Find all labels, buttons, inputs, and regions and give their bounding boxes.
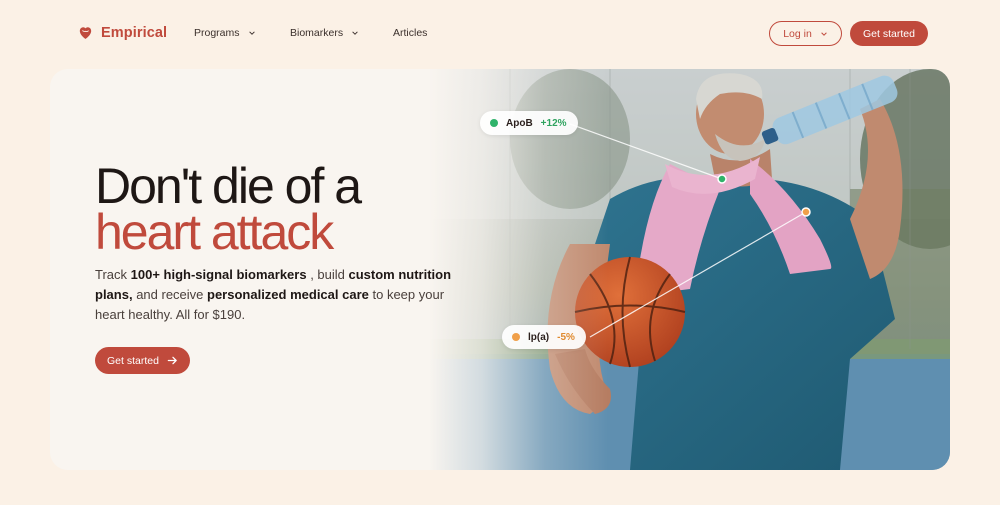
desc-bold-medical: personalized medical care [207, 287, 369, 302]
nav-articles-label: Articles [393, 27, 428, 39]
nav-biomarkers[interactable]: Biomarkers [290, 27, 393, 39]
nav-articles[interactable]: Articles [393, 27, 427, 39]
desc-text-2: , build [306, 267, 349, 282]
status-dot-icon [490, 119, 498, 127]
nav-biomarkers-label: Biomarkers [290, 27, 344, 39]
marker-change: -5% [557, 331, 575, 343]
arrow-right-icon [167, 356, 177, 365]
top-nav: Empirical Programs Biomarkers Articles L… [0, 0, 1000, 68]
headline-line-2: heart attack [95, 204, 334, 260]
nav-get-started-label: Get started [863, 27, 915, 40]
nav-programs[interactable]: Programs [194, 27, 290, 39]
heart-icon [79, 27, 92, 39]
desc-bold-biomarkers: 100+ high-signal biomarkers [130, 267, 307, 282]
headline-line-1: Don't die of a [95, 158, 362, 214]
brand-name: Empirical [101, 24, 168, 41]
login-button-label: Log in [783, 27, 812, 40]
hero-get-started-label: Get started [107, 354, 159, 367]
login-button[interactable]: Log in [769, 21, 842, 46]
marker-chip-lpa[interactable]: lp(a) -5% [502, 325, 586, 349]
chevron-down-icon [248, 31, 255, 35]
marker-name: lp(a) [528, 331, 550, 343]
chevron-down-icon [352, 31, 358, 35]
hero-description: Track 100+ high-signal biomarkers , buil… [95, 265, 455, 325]
marker-name: ApoB [506, 117, 533, 129]
hero-headline: Don't die of a heart attack [95, 158, 362, 260]
chevron-down-icon [821, 31, 827, 36]
hero-get-started-button[interactable]: Get started [95, 347, 190, 374]
desc-text-1: Track [95, 267, 131, 282]
nav-get-started-button[interactable]: Get started [850, 21, 928, 46]
marker-chip-apob[interactable]: ApoB +12% [480, 111, 578, 135]
brand-logo[interactable]: Empirical [77, 24, 167, 41]
hero-card: Don't die of a heart attack Track 100+ h… [50, 69, 950, 470]
status-dot-icon [512, 333, 520, 341]
nav-programs-label: Programs [194, 27, 240, 39]
nav-links: Programs Biomarkers Articles [194, 27, 427, 39]
marker-change: +12% [540, 117, 567, 129]
desc-text-3: and receive [132, 287, 208, 302]
